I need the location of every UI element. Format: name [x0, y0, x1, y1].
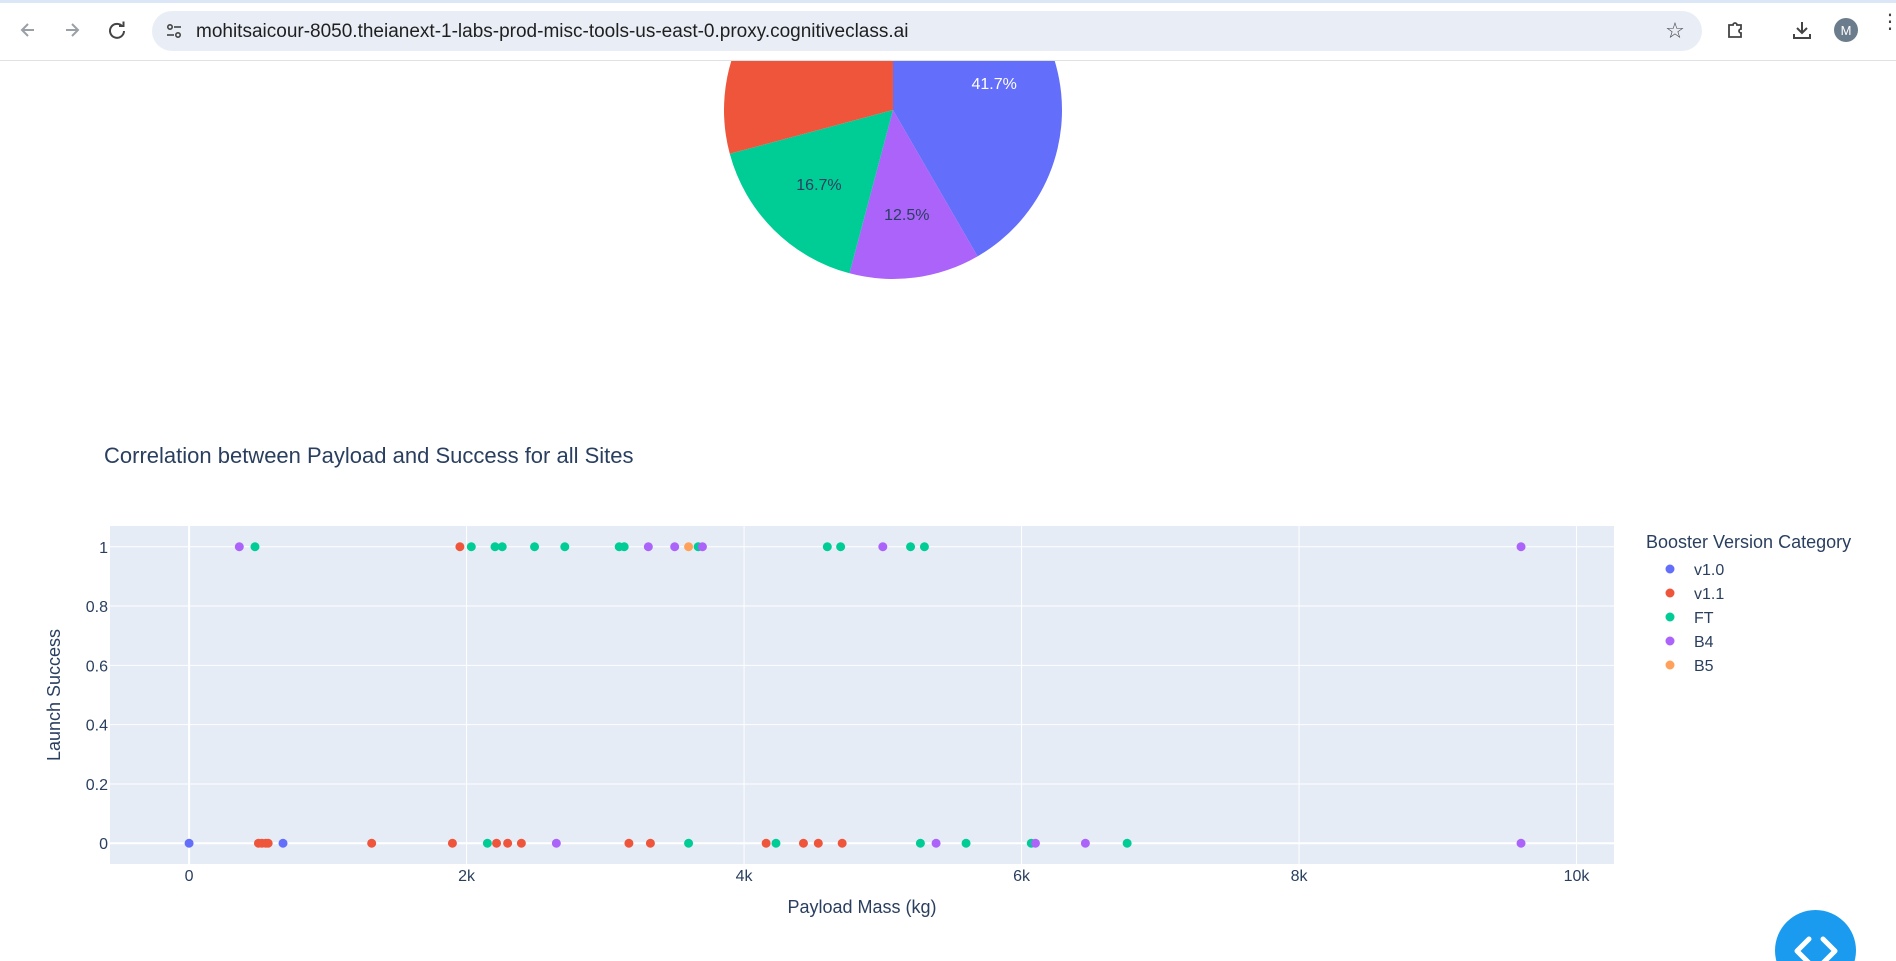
- y-tick-label: 0.6: [86, 658, 108, 675]
- data-point[interactable]: [1030, 838, 1040, 848]
- avatar[interactable]: M: [1834, 18, 1858, 42]
- data-point[interactable]: [931, 838, 941, 848]
- scatter-title: Correlation between Payload and Success …: [104, 443, 634, 468]
- data-point[interactable]: [492, 838, 502, 848]
- extensions-icon[interactable]: [1719, 14, 1751, 46]
- legend-item[interactable]: B4: [1694, 634, 1714, 651]
- data-point[interactable]: [466, 542, 476, 552]
- data-point[interactable]: [761, 838, 771, 848]
- data-point[interactable]: [684, 838, 694, 848]
- data-point[interactable]: [919, 542, 929, 552]
- data-point[interactable]: [1080, 838, 1090, 848]
- browser-toolbar: mohitsaicour-8050.theianext-1-labs-prod-…: [0, 0, 1896, 61]
- legend-title: Booster Version Category: [1646, 532, 1851, 552]
- legend-item[interactable]: v1.0: [1694, 562, 1724, 579]
- data-point[interactable]: [447, 838, 457, 848]
- legend-marker: [1665, 636, 1675, 646]
- y-tick-label: 0.4: [86, 718, 108, 735]
- legend-marker: [1665, 660, 1675, 670]
- x-tick-label: 2k: [458, 868, 476, 885]
- code-icon: [1794, 936, 1837, 961]
- forward-icon[interactable]: [56, 14, 88, 46]
- data-point[interactable]: [530, 542, 540, 552]
- data-point[interactable]: [643, 542, 653, 552]
- plot-background: [110, 526, 1614, 864]
- x-tick-label: 8k: [1291, 868, 1309, 885]
- data-point[interactable]: [961, 838, 971, 848]
- data-point[interactable]: [878, 542, 888, 552]
- data-point[interactable]: [624, 838, 634, 848]
- data-point[interactable]: [836, 542, 846, 552]
- data-point[interactable]: [798, 838, 808, 848]
- tab-strip: [0, 0, 1896, 3]
- data-point[interactable]: [697, 542, 707, 552]
- data-point[interactable]: [670, 542, 680, 552]
- download-icon[interactable]: [1786, 14, 1818, 46]
- menu-icon[interactable]: ⋮: [1880, 12, 1896, 44]
- legend-item[interactable]: v1.1: [1694, 586, 1724, 603]
- data-point[interactable]: [906, 542, 916, 552]
- y-tick-label: 0: [99, 836, 108, 853]
- data-point[interactable]: [503, 838, 513, 848]
- y-tick-label: 1: [99, 540, 108, 557]
- data-point[interactable]: [278, 838, 288, 848]
- url-text[interactable]: mohitsaicour-8050.theianext-1-labs-prod-…: [196, 21, 908, 43]
- x-tick-label: 4k: [736, 868, 754, 885]
- data-point[interactable]: [822, 542, 832, 552]
- back-icon[interactable]: [12, 14, 44, 46]
- data-point[interactable]: [619, 542, 629, 552]
- data-point[interactable]: [184, 838, 194, 848]
- data-point[interactable]: [551, 838, 561, 848]
- page-content: 41.7%12.5%16.7%29.2% Correlation between…: [0, 61, 1896, 961]
- reload-icon[interactable]: [101, 14, 133, 46]
- data-point[interactable]: [915, 838, 925, 848]
- data-point[interactable]: [516, 838, 526, 848]
- data-point[interactable]: [497, 542, 507, 552]
- data-point[interactable]: [837, 838, 847, 848]
- data-point[interactable]: [684, 542, 694, 552]
- y-tick-label: 0.2: [86, 777, 108, 794]
- y-axis-label: Launch Success: [44, 629, 64, 761]
- data-point[interactable]: [367, 838, 377, 848]
- scatter-chart: Correlation between Payload and Success …: [44, 443, 1851, 917]
- data-point[interactable]: [263, 838, 273, 848]
- legend-marker: [1665, 612, 1675, 622]
- site-info-icon[interactable]: [162, 19, 186, 43]
- data-point[interactable]: [1516, 542, 1526, 552]
- data-point[interactable]: [560, 542, 570, 552]
- data-point[interactable]: [455, 542, 465, 552]
- legend-item[interactable]: FT: [1694, 610, 1714, 627]
- data-point[interactable]: [234, 542, 244, 552]
- data-point[interactable]: [482, 838, 492, 848]
- address-bar[interactable]: mohitsaicour-8050.theianext-1-labs-prod-…: [152, 11, 1702, 51]
- x-tick-label: 6k: [1013, 868, 1031, 885]
- data-point[interactable]: [645, 838, 655, 848]
- legend-marker: [1665, 588, 1675, 598]
- x-axis-label: Payload Mass (kg): [787, 897, 936, 917]
- y-tick-label: 0.8: [86, 599, 108, 616]
- star-icon[interactable]: ☆: [1662, 18, 1688, 44]
- data-point[interactable]: [1516, 838, 1526, 848]
- x-tick-label: 10k: [1564, 868, 1591, 885]
- data-point[interactable]: [250, 542, 260, 552]
- data-point[interactable]: [1122, 838, 1132, 848]
- legend-item[interactable]: B5: [1694, 658, 1714, 675]
- legend-marker: [1665, 564, 1675, 574]
- data-point[interactable]: [771, 838, 781, 848]
- x-tick-label: 0: [185, 868, 194, 885]
- data-point[interactable]: [813, 838, 823, 848]
